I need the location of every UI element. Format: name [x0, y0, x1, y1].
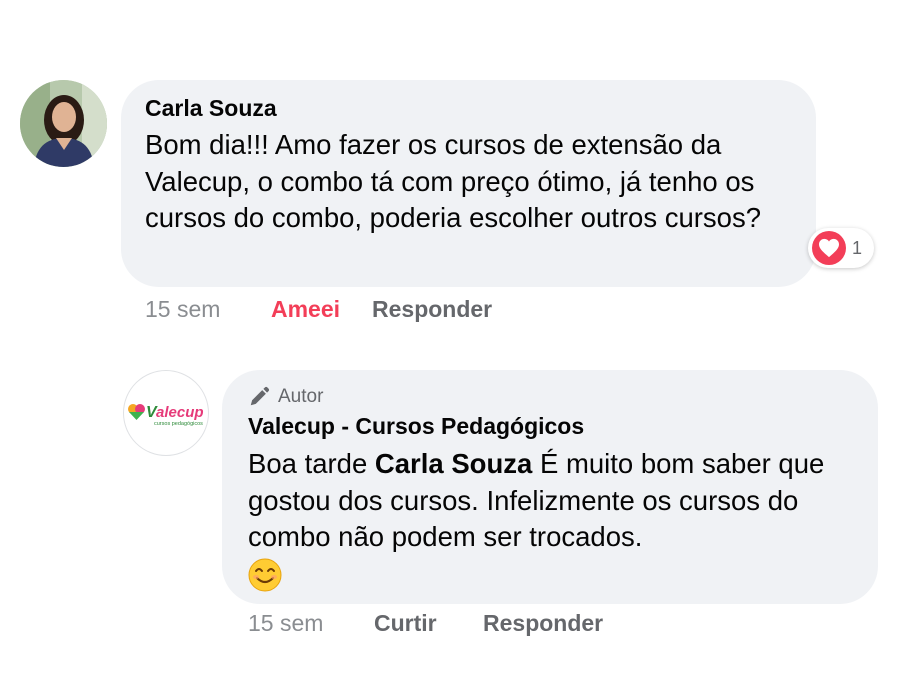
- heart-icon: [812, 231, 846, 265]
- reply-text: Boa tarde Carla Souza É muito bom saber …: [248, 446, 868, 601]
- valecup-logo: V alecup cursos pedagógicos: [128, 404, 204, 427]
- pencil-icon: [250, 386, 270, 406]
- reply-timestamp[interactable]: 15 sem: [248, 610, 323, 637]
- comment-author[interactable]: Carla Souza: [145, 95, 277, 122]
- like-button[interactable]: Ameei: [271, 296, 340, 323]
- comment-timestamp[interactable]: 15 sem: [145, 296, 220, 323]
- like-button[interactable]: Curtir: [374, 610, 437, 637]
- reaction-summary[interactable]: 1: [808, 228, 874, 268]
- author-badge: Autor: [248, 386, 323, 408]
- reaction-count: 1: [852, 238, 863, 258]
- avatar[interactable]: V alecup cursos pedagógicos: [123, 370, 209, 456]
- reply-button[interactable]: Responder: [483, 610, 603, 637]
- reply-button[interactable]: Responder: [372, 296, 492, 323]
- profile-photo: [20, 80, 107, 167]
- comment-text: Bom dia!!! Amo fazer os cursos de extens…: [145, 129, 762, 233]
- reply-greeting: Boa tarde: [248, 448, 368, 479]
- avatar[interactable]: [20, 80, 107, 167]
- smiling-face-icon: [248, 558, 282, 602]
- mention-link[interactable]: Carla Souza: [375, 448, 532, 479]
- svg-text:alecup: alecup: [156, 404, 204, 421]
- reply-author[interactable]: Valecup - Cursos Pedagógicos: [248, 413, 584, 440]
- author-badge-label: Autor: [278, 386, 324, 407]
- comment-thread: Carla Souza Bom dia!!! Amo fazer os curs…: [0, 0, 900, 700]
- svg-text:cursos pedagógicos: cursos pedagógicos: [154, 421, 203, 427]
